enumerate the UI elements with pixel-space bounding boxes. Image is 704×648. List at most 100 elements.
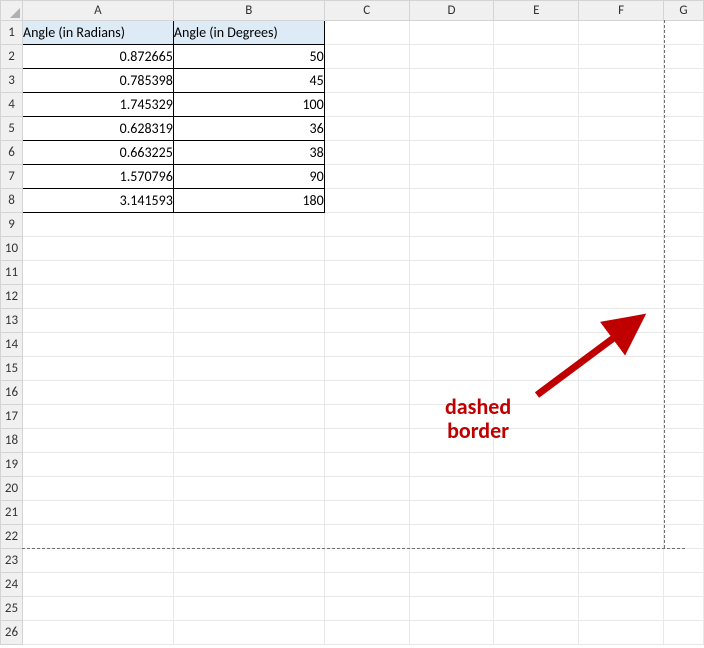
cell[interactable] [664, 285, 704, 309]
cell[interactable] [494, 621, 579, 645]
cell-A2[interactable]: 0.872665 [22, 45, 173, 69]
cell[interactable] [173, 477, 324, 501]
cell[interactable] [409, 93, 494, 117]
cell[interactable] [173, 213, 324, 237]
grid[interactable]: A B C D E F G 1 Angle (in Radians) Angle… [0, 0, 704, 645]
row-header[interactable]: 25 [1, 597, 23, 621]
cell[interactable] [579, 549, 664, 573]
cell[interactable] [22, 621, 173, 645]
cell[interactable] [173, 621, 324, 645]
cell-A1[interactable]: Angle (in Radians) [22, 21, 173, 45]
cell[interactable] [409, 45, 494, 69]
cell[interactable] [324, 453, 409, 477]
col-header-G[interactable]: G [664, 1, 704, 21]
row-header[interactable]: 12 [1, 285, 23, 309]
cell[interactable] [22, 261, 173, 285]
cell[interactable] [173, 501, 324, 525]
cell[interactable] [22, 237, 173, 261]
cell[interactable] [494, 549, 579, 573]
cell[interactable] [664, 357, 704, 381]
cell[interactable] [494, 69, 579, 93]
cell[interactable] [409, 525, 494, 549]
cell[interactable] [579, 45, 664, 69]
cell[interactable] [409, 21, 494, 45]
cell[interactable] [494, 501, 579, 525]
row-header[interactable]: 24 [1, 573, 23, 597]
cell[interactable] [173, 429, 324, 453]
cell[interactable] [494, 477, 579, 501]
cell[interactable] [494, 45, 579, 69]
cell-B6[interactable]: 38 [173, 141, 324, 165]
cell[interactable] [579, 141, 664, 165]
cell[interactable] [579, 525, 664, 549]
col-header-C[interactable]: C [324, 1, 409, 21]
cell[interactable] [579, 405, 664, 429]
cell[interactable] [22, 309, 173, 333]
cell[interactable] [494, 213, 579, 237]
cell[interactable] [579, 237, 664, 261]
cell[interactable] [173, 597, 324, 621]
cell[interactable] [409, 165, 494, 189]
cell[interactable] [22, 453, 173, 477]
cell[interactable] [173, 357, 324, 381]
cell[interactable] [22, 501, 173, 525]
row-header[interactable]: 6 [1, 141, 23, 165]
cell[interactable] [494, 597, 579, 621]
cell[interactable] [664, 117, 704, 141]
cell[interactable] [664, 405, 704, 429]
row-header[interactable]: 4 [1, 93, 23, 117]
row-header[interactable]: 20 [1, 477, 23, 501]
cell[interactable] [494, 93, 579, 117]
cell[interactable] [664, 21, 704, 45]
cell-A4[interactable]: 1.745329 [22, 93, 173, 117]
cell[interactable] [22, 597, 173, 621]
cell[interactable] [324, 621, 409, 645]
row-header[interactable]: 15 [1, 357, 23, 381]
col-header-F[interactable]: F [579, 1, 664, 21]
cell[interactable] [173, 333, 324, 357]
cell[interactable] [409, 333, 494, 357]
cell[interactable] [324, 333, 409, 357]
row-header[interactable]: 3 [1, 69, 23, 93]
cell-B1[interactable]: Angle (in Degrees) [173, 21, 324, 45]
cell[interactable] [579, 453, 664, 477]
cell[interactable] [664, 165, 704, 189]
cell[interactable] [579, 261, 664, 285]
cell[interactable] [494, 405, 579, 429]
cell[interactable] [22, 213, 173, 237]
cell[interactable] [579, 117, 664, 141]
cell[interactable] [324, 261, 409, 285]
cell[interactable] [664, 69, 704, 93]
select-all-corner[interactable] [1, 1, 23, 21]
cell[interactable] [664, 213, 704, 237]
cell[interactable] [324, 213, 409, 237]
cell[interactable] [579, 69, 664, 93]
cell[interactable] [579, 309, 664, 333]
cell[interactable] [324, 405, 409, 429]
cell[interactable] [409, 597, 494, 621]
cell-A7[interactable]: 1.570796 [22, 165, 173, 189]
cell[interactable] [409, 453, 494, 477]
cell[interactable] [409, 213, 494, 237]
row-header[interactable]: 8 [1, 189, 23, 213]
cell[interactable] [22, 525, 173, 549]
cell-B7[interactable]: 90 [173, 165, 324, 189]
row-header[interactable]: 14 [1, 333, 23, 357]
cell[interactable] [664, 621, 704, 645]
cell[interactable] [494, 309, 579, 333]
cell-B8[interactable]: 180 [173, 189, 324, 213]
cell[interactable] [324, 189, 409, 213]
cell-A8[interactable]: 3.141593 [22, 189, 173, 213]
cell[interactable] [324, 525, 409, 549]
cell[interactable] [664, 525, 704, 549]
cell[interactable] [494, 573, 579, 597]
cell[interactable] [409, 573, 494, 597]
cell[interactable] [664, 333, 704, 357]
cell[interactable] [173, 525, 324, 549]
cell[interactable] [409, 69, 494, 93]
cell[interactable] [324, 573, 409, 597]
cell-A6[interactable]: 0.663225 [22, 141, 173, 165]
cell[interactable] [22, 285, 173, 309]
cell[interactable] [173, 453, 324, 477]
row-header[interactable]: 16 [1, 381, 23, 405]
